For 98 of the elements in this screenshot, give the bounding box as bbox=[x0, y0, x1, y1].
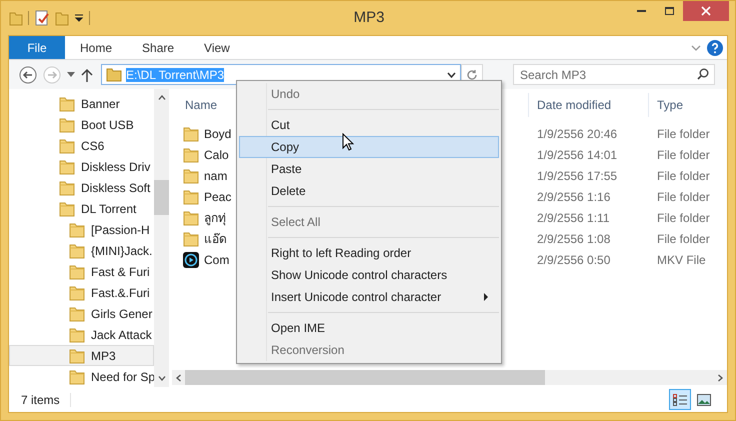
ribbon-tab[interactable]: Share bbox=[127, 36, 190, 59]
file-name[interactable]: nam bbox=[204, 166, 228, 184]
folder-icon bbox=[183, 188, 199, 204]
folder-icon bbox=[183, 230, 199, 246]
menu-item[interactable]: Insert Unicode control character bbox=[239, 286, 499, 308]
folder-icon bbox=[69, 368, 85, 384]
menu-item[interactable]: Open IME bbox=[239, 317, 499, 339]
folder-icon bbox=[59, 200, 75, 216]
folder-icon bbox=[69, 242, 85, 258]
folder-icon bbox=[183, 146, 199, 162]
recent-locations-icon[interactable] bbox=[67, 72, 75, 77]
refresh-icon bbox=[466, 68, 478, 80]
dropdown-icon[interactable] bbox=[447, 72, 456, 78]
folder-icon bbox=[183, 126, 199, 142]
nav-item[interactable]: [Passion-H bbox=[9, 219, 154, 240]
ribbon-tab[interactable]: Home bbox=[65, 36, 128, 59]
search-field[interactable]: Search MP3 bbox=[513, 64, 715, 85]
nav-item[interactable]: Jack Attack bbox=[9, 324, 154, 345]
folder-icon bbox=[59, 158, 75, 174]
folder-icon bbox=[69, 264, 85, 280]
dropdown-icon[interactable] bbox=[74, 13, 84, 23]
nav-item[interactable]: Boot USB bbox=[9, 114, 154, 135]
menu-item[interactable]: Copy bbox=[239, 136, 499, 158]
scroll-thumb[interactable] bbox=[185, 370, 545, 385]
type-cell-text: File folder bbox=[656, 126, 711, 142]
folder-icon bbox=[69, 326, 85, 342]
type-cell-text: File folder bbox=[656, 230, 711, 248]
folder-icon bbox=[69, 222, 85, 238]
folder-icon bbox=[59, 116, 75, 132]
file-name[interactable]: Boyd bbox=[204, 124, 232, 142]
scroll-thumb[interactable] bbox=[154, 180, 169, 215]
nav-item[interactable]: MP3 bbox=[9, 345, 154, 366]
date-cell-text: 2/9/2556 0:50 bbox=[536, 252, 612, 268]
nav-item[interactable]: Fast.&.Furi bbox=[9, 282, 154, 303]
close-icon bbox=[701, 6, 711, 16]
nav-item[interactable]: CS6 bbox=[9, 135, 154, 156]
scroll-down-icon[interactable] bbox=[158, 376, 166, 381]
folder-icon bbox=[59, 138, 75, 154]
scroll-up-icon[interactable] bbox=[158, 95, 166, 100]
file-name[interactable]: Calo bbox=[204, 146, 229, 164]
submenu-arrow-icon bbox=[484, 293, 488, 301]
expand-ribbon-icon[interactable] bbox=[691, 44, 701, 50]
file-name[interactable]: แอ๊ด bbox=[204, 230, 227, 248]
menu-item[interactable]: Delete bbox=[239, 180, 499, 202]
details-view-button[interactable] bbox=[669, 389, 691, 410]
nav-item[interactable]: Diskless Soft bbox=[9, 177, 154, 198]
type-cell-text: MKV File bbox=[656, 252, 707, 268]
date-cell-text: 2/9/2556 1:11 bbox=[536, 210, 611, 226]
properties-icon[interactable] bbox=[34, 10, 50, 26]
date-cell-text: 1/9/2556 17:55 bbox=[536, 168, 618, 184]
video-file-icon bbox=[183, 252, 199, 268]
file-name[interactable]: Com bbox=[204, 250, 230, 268]
ribbon-tab[interactable]: File bbox=[9, 36, 65, 59]
type-cell-text: File folder bbox=[656, 188, 711, 206]
back-icon[interactable] bbox=[19, 66, 37, 84]
type-cell-text: File folder bbox=[656, 146, 711, 164]
status-text: 7 items bbox=[21, 392, 60, 408]
file-name[interactable]: Peac bbox=[204, 188, 232, 206]
up-icon[interactable] bbox=[81, 68, 93, 82]
details-icon bbox=[673, 394, 687, 406]
folder-icon bbox=[106, 67, 122, 82]
cursor-icon bbox=[342, 133, 354, 151]
menu-item[interactable]: Paste bbox=[239, 158, 499, 180]
folder-icon bbox=[59, 96, 75, 112]
scroll-left-icon[interactable] bbox=[176, 374, 181, 382]
date-cell-text: 2/9/2556 1:16 bbox=[536, 188, 612, 206]
search-icon bbox=[697, 68, 709, 80]
nav-item[interactable]: Girls Gener bbox=[9, 303, 154, 324]
picture-icon bbox=[697, 394, 711, 406]
folder-icon bbox=[183, 210, 199, 226]
folder-icon bbox=[69, 306, 85, 322]
column-header[interactable]: Date modified bbox=[528, 93, 648, 117]
close-button[interactable] bbox=[683, 1, 729, 21]
folder-icon bbox=[183, 168, 199, 184]
type-cell-text: File folder bbox=[656, 168, 711, 184]
help-icon[interactable] bbox=[707, 40, 723, 56]
window-title: MP3 bbox=[354, 8, 384, 28]
nav-item[interactable]: Banner bbox=[9, 93, 154, 114]
address-path: E:\DL Torrent\MP3 bbox=[126, 68, 224, 82]
folder-icon bbox=[69, 348, 85, 364]
type-cell-text: File folder bbox=[656, 210, 711, 226]
nav-item[interactable]: DL Torrent bbox=[9, 198, 154, 219]
scrollbar[interactable] bbox=[154, 89, 169, 387]
file-name[interactable]: ลูกทุ่ bbox=[204, 208, 226, 226]
nav-item[interactable]: Diskless Driv bbox=[9, 156, 154, 177]
date-cell-text: 1/9/2556 20:46 bbox=[536, 126, 618, 142]
nav-item[interactable]: {MINI}Jack. bbox=[9, 240, 154, 261]
menu-item[interactable]: Show Unicode control characters bbox=[239, 264, 499, 286]
scroll-right-icon[interactable] bbox=[718, 374, 723, 382]
date-cell-text: 1/9/2556 14:01 bbox=[536, 146, 618, 164]
menu-item[interactable]: Right to left Reading order bbox=[239, 242, 499, 264]
column-header[interactable]: Type bbox=[648, 93, 718, 117]
menu-item[interactable]: Cut bbox=[239, 114, 499, 136]
date-cell-text: 2/9/2556 1:08 bbox=[536, 230, 612, 248]
ribbon-tab[interactable]: View bbox=[189, 36, 245, 59]
folder-icon bbox=[59, 180, 75, 196]
nav-item[interactable]: Fast & Furi bbox=[9, 261, 154, 282]
folder-icon bbox=[69, 284, 85, 300]
